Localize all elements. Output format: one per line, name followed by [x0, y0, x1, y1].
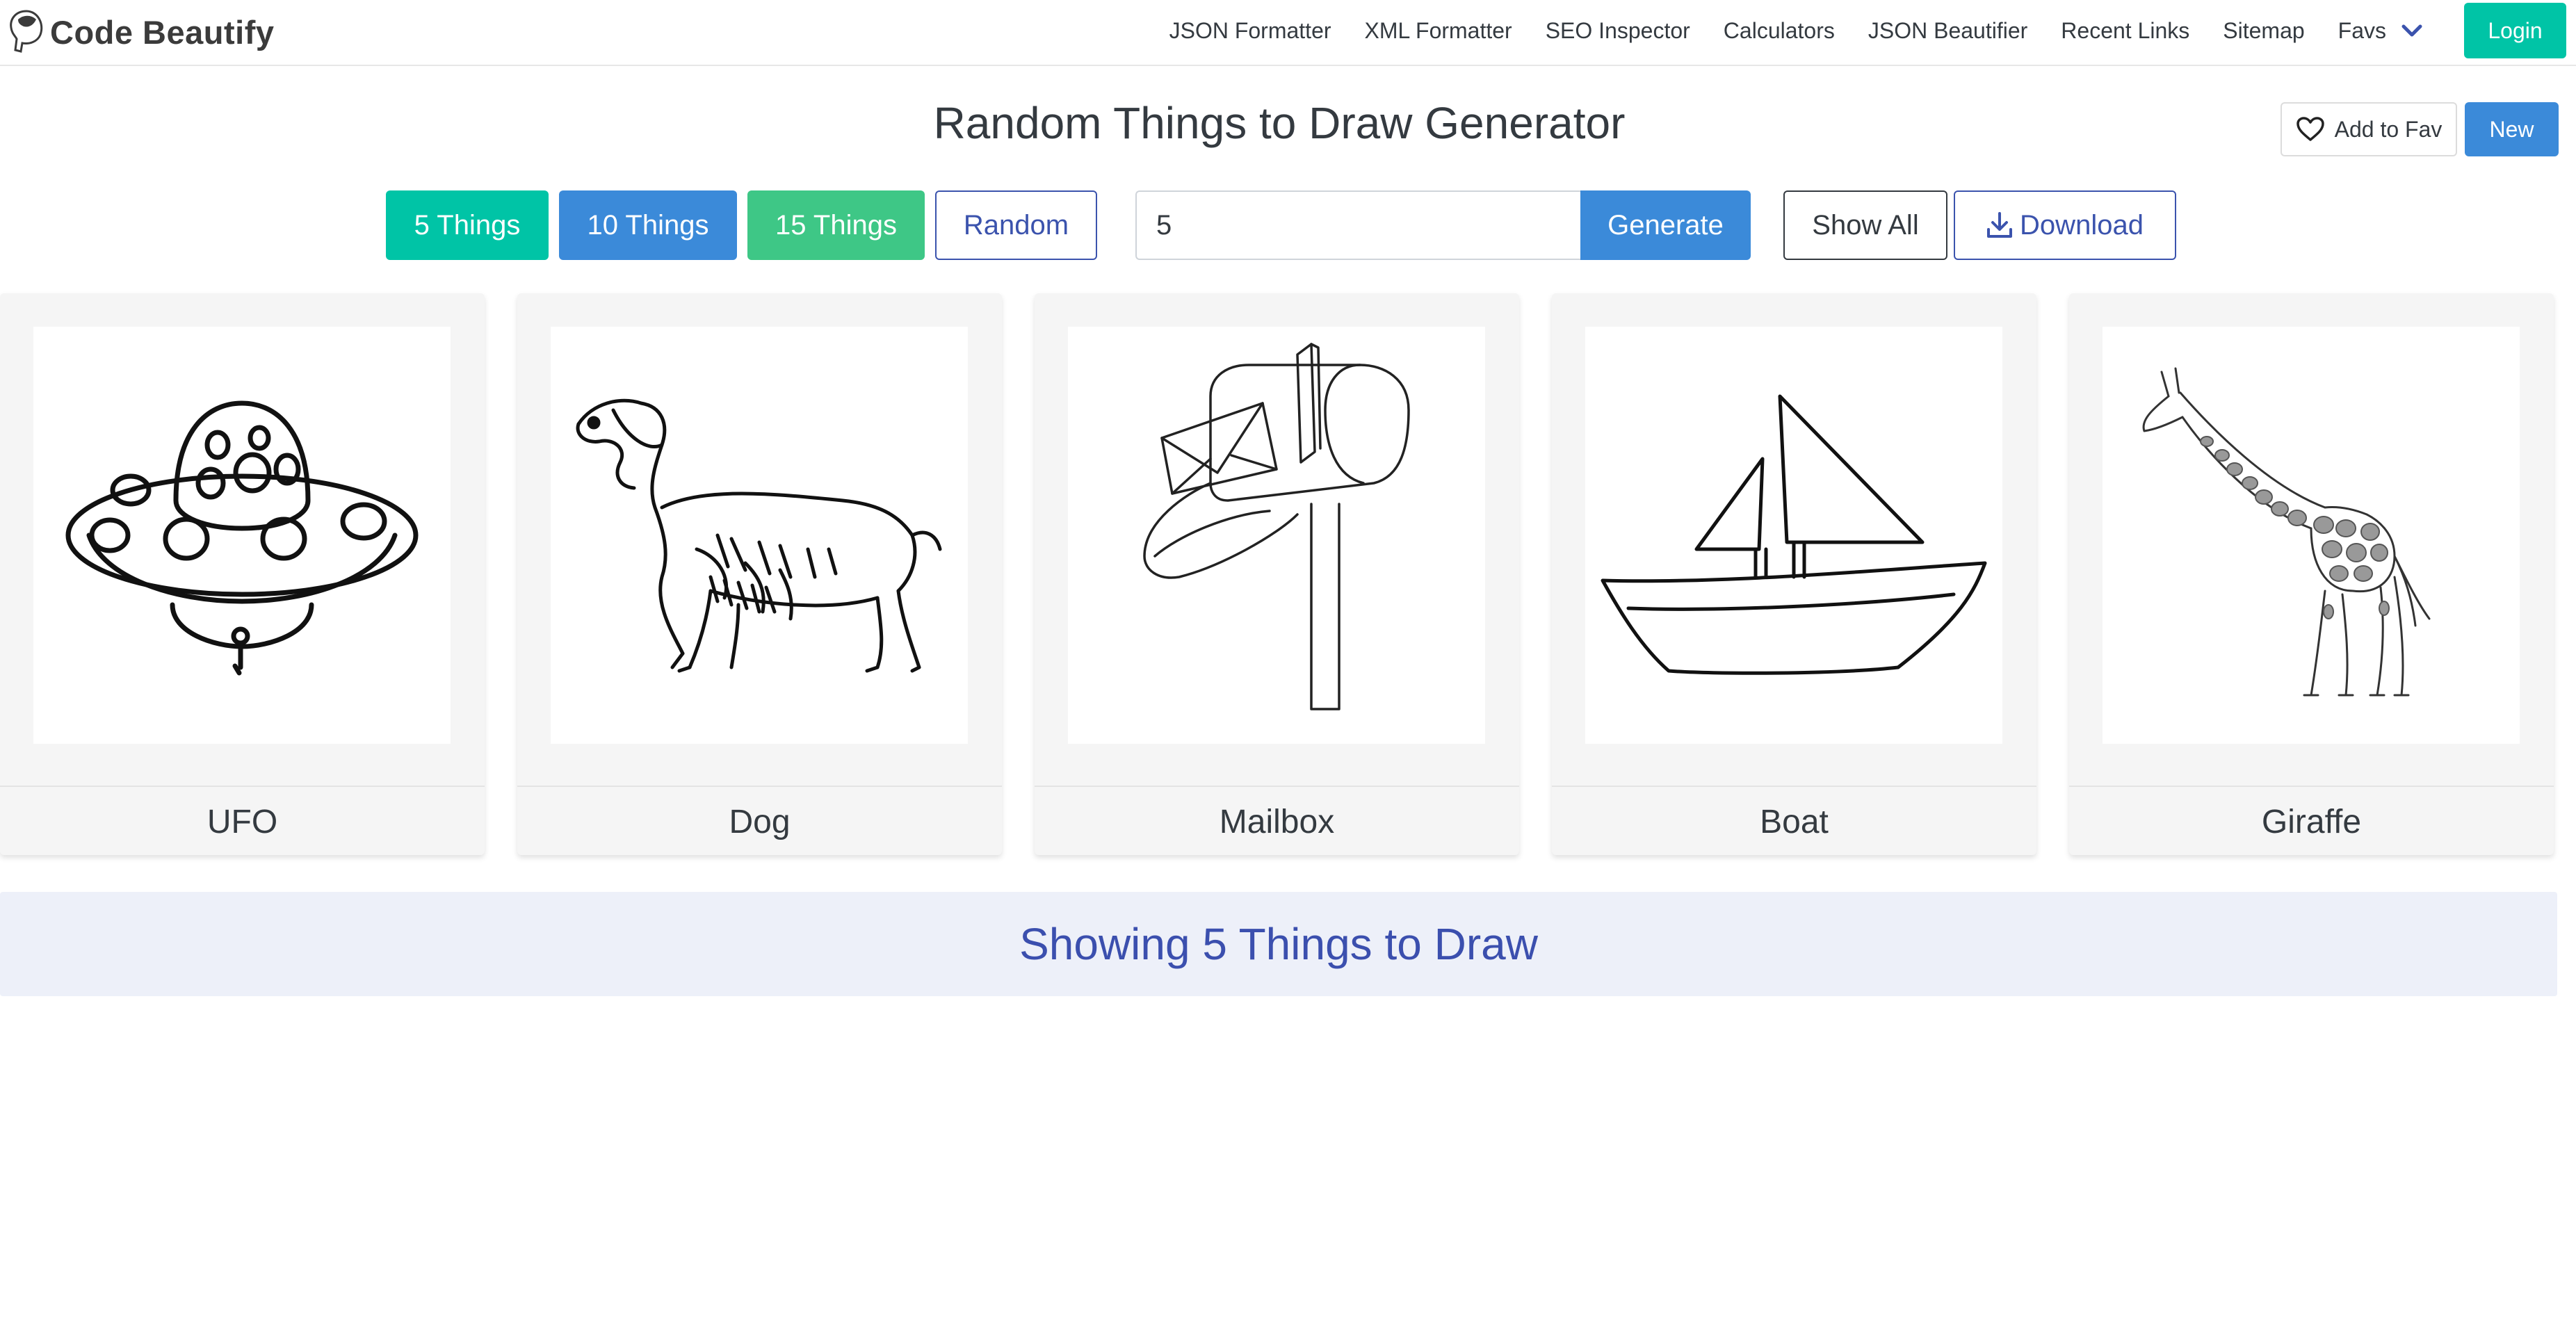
chevron-down-icon — [2401, 24, 2422, 37]
top-navbar: Code Beautify JSON Formatter XML Formatt… — [0, 0, 2576, 66]
login-button[interactable]: Login — [2464, 3, 2566, 58]
count-input[interactable] — [1135, 190, 1580, 260]
thing-card: UFO — [0, 293, 485, 855]
thing-image — [33, 327, 451, 744]
brand-name: Code Beautify — [50, 13, 275, 51]
thing-label: Giraffe — [2261, 803, 2362, 840]
nav-seo-inspector[interactable]: SEO Inspector — [1546, 18, 1690, 44]
nav-json-beautifier[interactable]: JSON Beautifier — [1868, 18, 2027, 44]
thing-image — [1068, 327, 1485, 744]
card-divider — [517, 786, 1002, 787]
random-button[interactable]: Random — [935, 190, 1097, 260]
thing-image — [2103, 327, 2520, 744]
card-divider — [1552, 786, 2036, 787]
boat-drawing-icon — [1601, 394, 1987, 675]
download-button[interactable]: Download — [1954, 190, 2176, 260]
thing-image — [551, 327, 968, 744]
giraffe-drawing-icon — [2142, 367, 2431, 697]
favs-dropdown[interactable]: Favs — [2338, 18, 2422, 44]
card-divider — [0, 786, 485, 787]
show-all-button[interactable]: Show All — [1783, 190, 1947, 260]
ten-things-button[interactable]: 10 Things — [559, 190, 737, 260]
results-summary-banner: Showing 5 Things to Draw — [0, 892, 2557, 996]
thing-label: Dog — [729, 803, 791, 840]
heart-icon — [2296, 117, 2324, 141]
nav-xml-formatter[interactable]: XML Formatter — [1365, 18, 1512, 44]
new-button[interactable]: New — [2465, 102, 2559, 156]
page-title: Random Things to Draw Generator — [933, 98, 1626, 148]
thing-label: Boat — [1760, 803, 1829, 840]
card-divider — [2069, 786, 2554, 787]
favs-label: Favs — [2338, 17, 2386, 43]
nav-recent-links[interactable]: Recent Links — [2061, 18, 2189, 44]
download-label: Download — [2020, 209, 2144, 241]
add-to-fav-button[interactable]: Add to Fav — [2281, 102, 2457, 156]
card-divider — [1035, 786, 1519, 787]
fifteen-things-button[interactable]: 15 Things — [747, 190, 925, 260]
nav-json-formatter[interactable]: JSON Formatter — [1169, 18, 1331, 44]
thing-card: Giraffe — [2069, 293, 2554, 855]
five-things-button[interactable]: 5 Things — [386, 190, 549, 260]
dog-drawing-icon — [576, 398, 942, 673]
generate-button[interactable]: Generate — [1580, 190, 1751, 260]
thing-card: Dog — [517, 293, 1002, 855]
add-to-fav-label: Add to Fav — [2334, 116, 2443, 142]
mailbox-drawing-icon — [1143, 343, 1410, 710]
thing-label: Mailbox — [1219, 803, 1335, 840]
download-icon — [1987, 212, 2013, 238]
thing-card: Mailbox — [1035, 293, 1519, 855]
thing-card: Boat — [1552, 293, 2036, 855]
main-nav: JSON Formatter XML Formatter SEO Inspect… — [1169, 0, 2566, 61]
ufo-drawing-icon — [65, 400, 419, 676]
nav-sitemap[interactable]: Sitemap — [2223, 18, 2304, 44]
logo-icon — [10, 10, 43, 53]
nav-calculators[interactable]: Calculators — [1724, 18, 1835, 44]
site-logo[interactable]: Code Beautify — [6, 4, 275, 60]
thing-image — [1585, 327, 2002, 744]
thing-label: UFO — [206, 803, 278, 840]
